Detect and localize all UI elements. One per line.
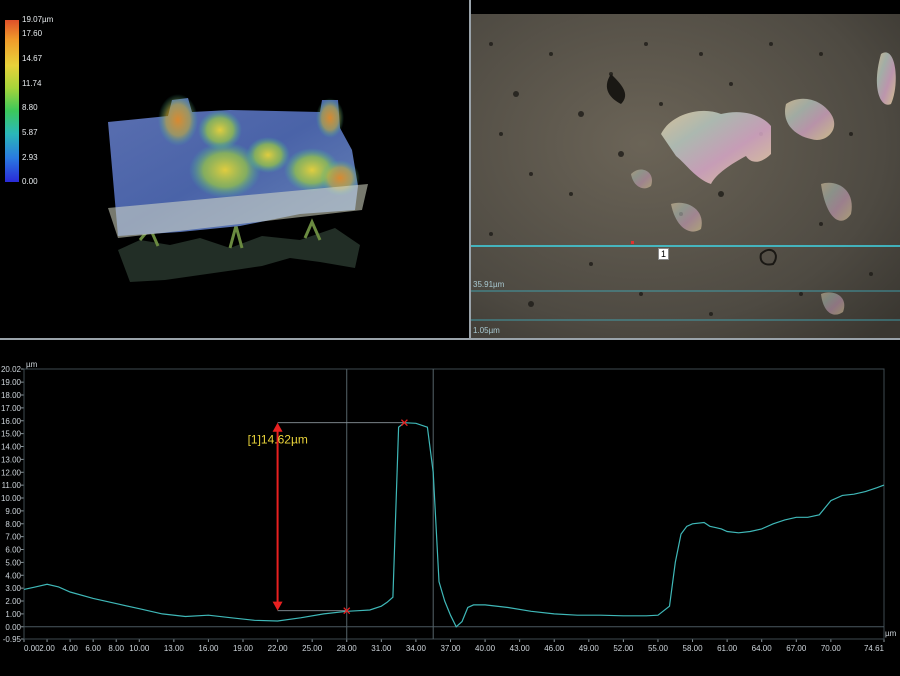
3d-surface-render[interactable]: [0, 0, 469, 338]
3d-view-panel[interactable]: 19.07µm 17.60 14.67 11.74 8.80 5.87 2.93…: [0, 0, 469, 338]
y-tick-label: 12.00: [1, 468, 22, 477]
x-tick-label: 2.00: [39, 644, 55, 653]
x-tick-label: 13.00: [164, 644, 185, 653]
x-tick-label: 22.00: [268, 644, 289, 653]
x-axis: 0.00 2.00 4.00 6.00 8.00 10.00 13.00 16.00 19.00…: [23, 639, 885, 653]
line-label-upper: 35.91µm: [473, 280, 505, 289]
x-tick-label: 0.00: [24, 644, 40, 653]
plot-frame: [23, 368, 885, 640]
y-tick-label: 16.00: [1, 417, 22, 426]
y-tick-label: 6.00: [5, 546, 21, 555]
y-axis: 20.02 19.00 18.00 17.00 16.00 15.00 14.00 13.00…: [1, 365, 24, 644]
y-tick-label: 2.00: [5, 597, 21, 606]
line-label-lower: 1.05µm: [473, 326, 500, 335]
x-tick-label: 16.00: [198, 644, 219, 653]
y-tick-label: 5.00: [5, 558, 21, 567]
x-tick-label: 6.00: [85, 644, 101, 653]
x-tick-label: 28.00: [337, 644, 358, 653]
y-tick-label: -0.95: [3, 635, 22, 644]
y-tick-label: 7.00: [5, 533, 21, 542]
x-tick-label: 55.00: [648, 644, 669, 653]
y-tick-label: 0.00: [5, 623, 21, 632]
x-tick-label: 43.00: [510, 644, 531, 653]
x-tick-label: 52.00: [613, 644, 634, 653]
x-tick-label: 8.00: [108, 644, 124, 653]
x-tick-label: 19.00: [233, 644, 254, 653]
optical-image[interactable]: [471, 14, 900, 338]
y-tick-label: 4.00: [5, 571, 21, 580]
y-tick-label: 14.00: [1, 443, 22, 452]
x-tick-label: 4.00: [62, 644, 78, 653]
x-tick-label: 25.00: [302, 644, 323, 653]
profile-chart-panel[interactable]: 20.02 19.00 18.00 17.00 16.00 15.00 14.00 13.00…: [0, 340, 900, 676]
x-tick-label: 70.00: [821, 644, 842, 653]
profile-line: [23, 422, 885, 628]
x-tick-label: 37.00: [440, 644, 461, 653]
y-unit-label: µm: [26, 360, 38, 369]
x-tick-label: 46.00: [544, 644, 565, 653]
y-tick-label: 8.00: [5, 520, 21, 529]
y-tick-label: 3.00: [5, 584, 21, 593]
y-tick-label: 17.00: [1, 404, 22, 413]
plot-area: [1]14.62µm: [23, 368, 885, 640]
arrow-head-bottom: [272, 601, 283, 611]
x-tick-label: 67.00: [786, 644, 807, 653]
x-tick-label: 10.00: [129, 644, 150, 653]
y-tick-label: 9.00: [5, 507, 21, 516]
arrow-head-top: [272, 422, 283, 432]
measurement-label: [1]14.62µm: [248, 433, 308, 447]
y-tick-label: 20.02: [1, 365, 22, 374]
y-tick-label: 11.00: [2, 481, 22, 490]
y-tick-label: 10.00: [1, 494, 22, 503]
x-tick-label: 49.00: [579, 644, 600, 653]
x-tick-label: 34.00: [406, 644, 427, 653]
x-tick-label: 31.00: [371, 644, 392, 653]
x-unit-label: µm: [885, 629, 897, 638]
line-marker-label[interactable]: 1: [658, 248, 670, 260]
optical-image-panel[interactable]: 1 35.91µm 1.05µm: [471, 14, 900, 338]
x-tick-label: 40.00: [475, 644, 496, 653]
y-tick-label: 1.00: [5, 610, 21, 619]
y-tick-label: 13.00: [1, 455, 22, 464]
x-tick-label: 74.61: [864, 644, 885, 653]
y-tick-label: 18.00: [1, 391, 22, 400]
x-tick-label: 64.00: [752, 644, 773, 653]
y-tick-label: 15.00: [1, 430, 22, 439]
y-tick-label: 19.00: [1, 378, 22, 387]
x-tick-label: 61.00: [717, 644, 738, 653]
x-tick-label: 58.00: [683, 644, 704, 653]
profile-chart[interactable]: 20.02 19.00 18.00 17.00 16.00 15.00 14.00 13.00…: [0, 340, 900, 676]
